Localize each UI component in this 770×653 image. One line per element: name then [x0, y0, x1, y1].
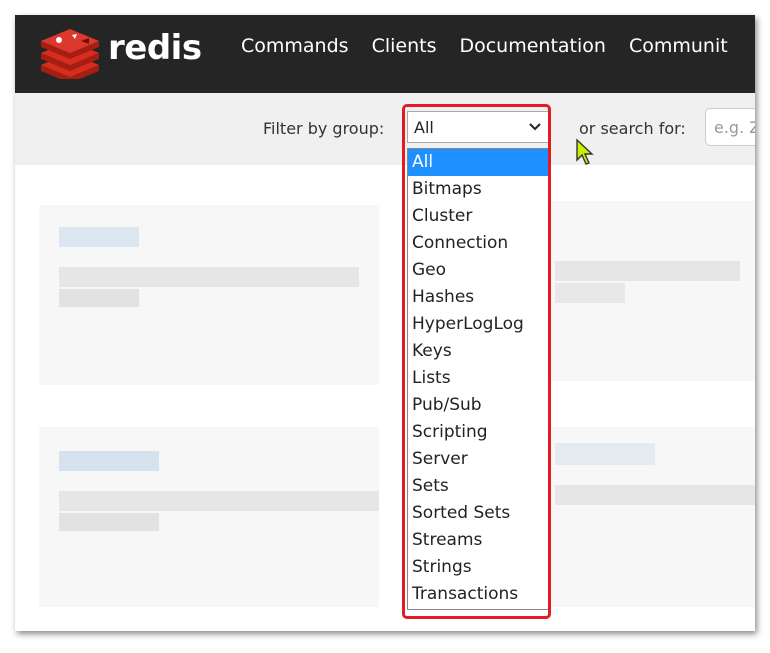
blurred-text — [555, 261, 740, 281]
chevron-down-icon — [529, 123, 541, 131]
dropdown-option-bitmaps[interactable]: Bitmaps — [408, 176, 549, 203]
group-select-value: All — [414, 118, 434, 137]
dropdown-option-pub-sub[interactable]: Pub/Sub — [408, 392, 549, 419]
filter-bar: Filter by group: All or search for: e.g.… — [15, 93, 755, 165]
dropdown-option-geo[interactable]: Geo — [408, 257, 549, 284]
dropdown-option-scripting[interactable]: Scripting — [408, 419, 549, 446]
search-placeholder: e.g. Z — [714, 118, 755, 137]
dropdown-option-lists[interactable]: Lists — [408, 365, 549, 392]
blurred-text — [59, 513, 159, 531]
nav-item-community[interactable]: Communit — [629, 35, 728, 57]
screenshot-frame: redis Commands Clients Documentation Com… — [15, 15, 755, 631]
dropdown-option-hyperloglog[interactable]: HyperLogLog — [408, 311, 549, 338]
dropdown-option-cluster[interactable]: Cluster — [408, 203, 549, 230]
dropdown-option-all[interactable]: All — [408, 149, 549, 176]
nav-item-commands[interactable]: Commands — [241, 35, 349, 57]
dropdown-option-strings[interactable]: Strings — [408, 554, 549, 581]
group-dropdown-list: All Bitmaps Cluster Connection Geo Hashes Hype… — [407, 148, 550, 610]
dropdown-option-sorted-sets[interactable]: Sorted Sets — [408, 500, 549, 527]
group-select[interactable]: All — [407, 111, 549, 143]
dropdown-option-server[interactable]: Server — [408, 446, 549, 473]
dropdown-option-connection[interactable]: Connection — [408, 230, 549, 257]
blurred-title — [555, 443, 655, 465]
dropdown-option-hashes[interactable]: Hashes — [408, 284, 549, 311]
brand-name[interactable]: redis — [108, 28, 202, 68]
blurred-text — [59, 289, 139, 307]
mouse-pointer-icon — [576, 138, 594, 165]
nav-item-documentation[interactable]: Documentation — [459, 35, 605, 57]
nav-links: Commands Clients Documentation Communit — [241, 35, 728, 57]
dropdown-option-transactions[interactable]: Transactions — [408, 581, 549, 608]
nav-item-clients[interactable]: Clients — [372, 35, 437, 57]
dropdown-option-keys[interactable]: Keys — [408, 338, 549, 365]
redis-cube-logo-icon[interactable] — [39, 25, 101, 79]
blurred-text — [555, 485, 755, 505]
blurred-text — [555, 283, 625, 303]
dropdown-option-streams[interactable]: Streams — [408, 527, 549, 554]
search-label: or search for: — [579, 119, 686, 138]
blurred-text — [59, 267, 359, 287]
blurred-title — [59, 227, 139, 247]
search-input[interactable]: e.g. Z — [705, 108, 755, 146]
blurred-text — [59, 491, 379, 511]
filter-label: Filter by group: — [263, 119, 385, 138]
dropdown-option-sets[interactable]: Sets — [408, 473, 549, 500]
blurred-title — [59, 451, 159, 471]
top-navbar: redis Commands Clients Documentation Com… — [15, 15, 755, 93]
